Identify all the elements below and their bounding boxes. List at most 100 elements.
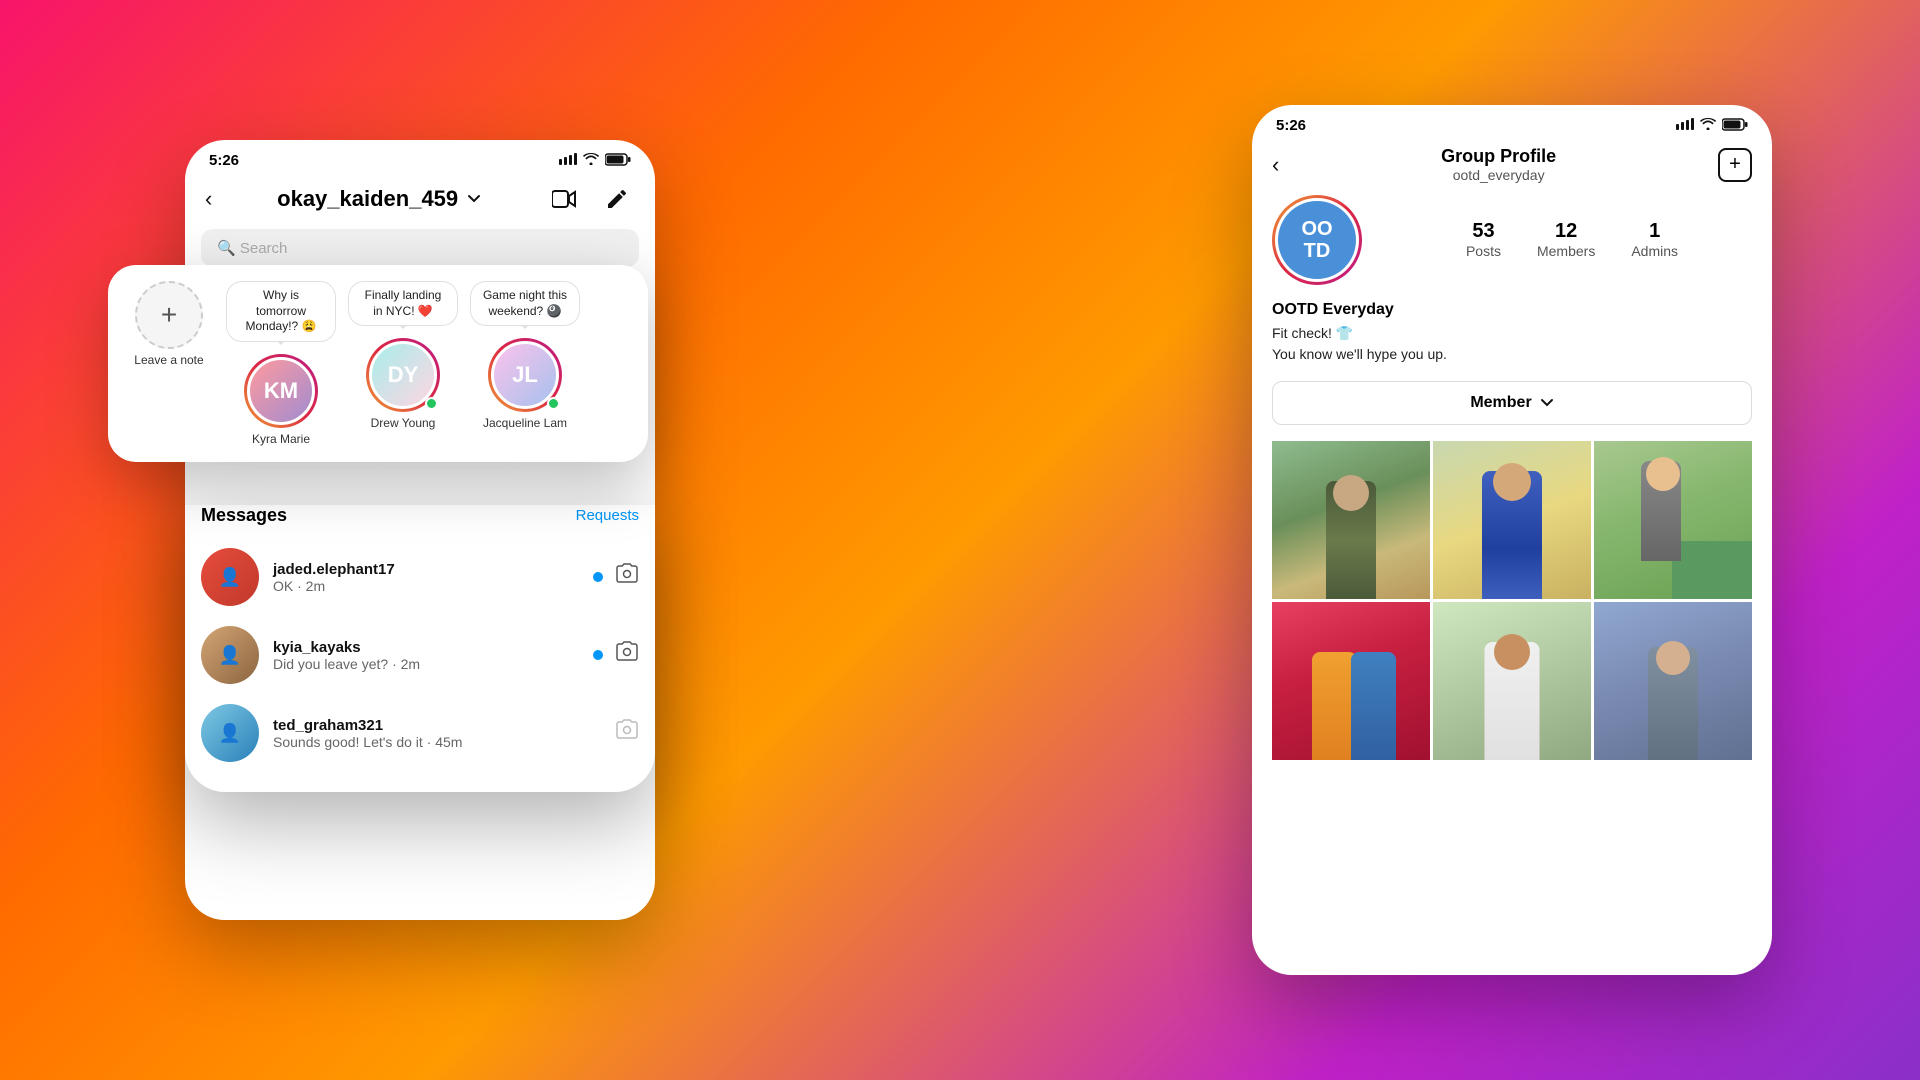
camera-icon-ted[interactable] [615,718,639,748]
group-header-center: Group Profile ootd_everyday [1441,146,1556,183]
photo-cell-4[interactable] [1272,602,1430,760]
drew-young-story[interactable]: Finally landing in NYC! ❤️ DY Drew Young [348,281,458,430]
status-bar-right: 5:26 [1252,105,1772,138]
drew-name: Drew Young [371,416,436,430]
video-call-button[interactable] [547,181,583,217]
leave-note-label: Leave a note [134,353,203,367]
back-arrow-left[interactable]: ‹ [205,186,212,212]
time-right: 5:26 [1276,117,1306,134]
jaded-unread-dot [593,572,603,582]
jac-avatar: JL [494,344,556,406]
search-placeholder: 🔍 Search [217,240,287,257]
group-avatar: OO TD [1272,195,1362,285]
ted-avatar: 👤 [201,704,259,762]
jaded-preview: OK · 2m [273,578,579,594]
messages-panel: Messages Requests 👤 jaded.elephant17 OK … [185,505,655,792]
posts-stat: 53 Posts [1466,220,1501,261]
wifi-icon [583,153,599,168]
jac-online-indicator [547,397,560,410]
drew-note-bubble: Finally landing in NYC! ❤️ [348,281,458,326]
photo-cell-6[interactable] [1594,602,1752,760]
posts-label: Posts [1466,243,1501,259]
dm-header: ‹ okay_kaiden_459 [185,173,655,229]
member-button[interactable]: Member [1272,381,1752,425]
status-icons-left [559,153,631,169]
jacqueline-lam-story[interactable]: Game night this weekend? 🎱 JL Jacqueline… [470,281,580,430]
drew-online-indicator [425,397,438,410]
photo-cell-2[interactable] [1433,441,1591,599]
group-avatar-text: OO TD [1301,218,1332,262]
photo-cell-5[interactable] [1433,602,1591,760]
jaded-avatar: 👤 [201,548,259,606]
kyia-avatar: 👤 [201,626,259,684]
ted-preview: Sounds good! Let's do it · 45m [273,734,601,750]
right-phone: 5:26 ‹ Group Profile ootd_everyday + [1252,105,1772,975]
dm-username[interactable]: okay_kaiden_459 [277,186,482,212]
kyra-avatar: KM [250,360,312,422]
signal-icon-right [1676,118,1694,133]
group-name: OOTD Everyday [1272,301,1752,319]
group-profile-title: Group Profile [1441,146,1556,167]
members-stat: 12 Members [1537,220,1595,261]
status-bar-left: 5:26 [185,140,655,173]
member-btn-label: Member [1470,394,1531,412]
group-bio-line1: Fit check! 👕 [1272,325,1353,341]
photo-cell-1[interactable] [1272,441,1430,599]
signal-icon [559,153,577,168]
admins-label: Admins [1631,243,1678,259]
kyra-note-bubble: Why is tomorrow Monday!? 😩 [226,281,336,342]
message-item-kyia[interactable]: 👤 kyia_kayaks Did you leave yet? · 2m [201,616,639,694]
chevron-down-icon [466,191,482,207]
kyia-username: kyia_kayaks [273,639,579,656]
ted-username: ted_graham321 [273,717,601,734]
photo-cell-3[interactable] [1594,441,1752,599]
jaded-actions [593,562,639,592]
back-arrow-right[interactable]: ‹ [1272,152,1279,178]
admins-stat: 1 Admins [1631,220,1678,261]
messages-title: Messages [201,505,287,526]
group-bio-line2: You know we'll hype you up. [1272,346,1447,362]
posts-count: 53 [1466,220,1501,243]
group-stats: 53 Posts 12 Members 1 Admins [1392,220,1752,261]
battery-icon-right [1722,118,1748,134]
jac-note-bubble: Game night this weekend? 🎱 [470,281,580,326]
battery-icon [605,153,631,169]
ted-actions [615,718,639,748]
group-profile-subtitle: ootd_everyday [1441,167,1556,183]
time-left: 5:26 [209,152,239,169]
group-profile-body: OO TD 53 Posts 12 Members 1 Admins OOTD … [1252,195,1772,760]
compose-button[interactable] [599,181,635,217]
status-icons-right [1676,118,1748,134]
group-header: ‹ Group Profile ootd_everyday + [1252,138,1772,195]
ted-info: ted_graham321 Sounds good! Let's do it ·… [273,717,601,750]
group-stats-row: OO TD 53 Posts 12 Members 1 Admins [1272,195,1752,285]
message-item-jaded[interactable]: 👤 jaded.elephant17 OK · 2m [201,538,639,616]
members-label: Members [1537,243,1595,259]
kyia-info: kyia_kayaks Did you leave yet? · 2m [273,639,579,672]
kyra-name: Kyra Marie [252,432,310,446]
jaded-username: jaded.elephant17 [273,561,579,578]
kyra-marie-story[interactable]: Why is tomorrow Monday!? 😩 KM Kyra Marie [226,281,336,446]
admins-count: 1 [1631,220,1678,243]
messages-header: Messages Requests [201,505,639,526]
members-count: 12 [1537,220,1595,243]
leave-note-person: + Leave a note [124,281,214,367]
kyia-actions [593,640,639,670]
member-chevron-icon [1540,398,1554,408]
jac-name: Jacqueline Lam [483,416,567,430]
drew-avatar: DY [372,344,434,406]
group-bio: Fit check! 👕 You know we'll hype you up. [1272,323,1752,365]
kyia-preview: Did you leave yet? · 2m [273,656,579,672]
add-note-button[interactable]: + [135,281,203,349]
camera-icon-jaded[interactable] [615,562,639,592]
kyia-unread-dot [593,650,603,660]
photo-grid [1272,441,1752,760]
header-icons [547,181,635,217]
group-avatar-inner: OO TD [1275,198,1359,282]
add-to-group-button[interactable]: + [1718,148,1752,182]
camera-icon-kyia[interactable] [615,640,639,670]
jaded-info: jaded.elephant17 OK · 2m [273,561,579,594]
message-item-ted[interactable]: 👤 ted_graham321 Sounds good! Let's do it… [201,694,639,772]
search-bar[interactable]: 🔍 Search [201,229,639,267]
requests-link[interactable]: Requests [576,507,639,524]
